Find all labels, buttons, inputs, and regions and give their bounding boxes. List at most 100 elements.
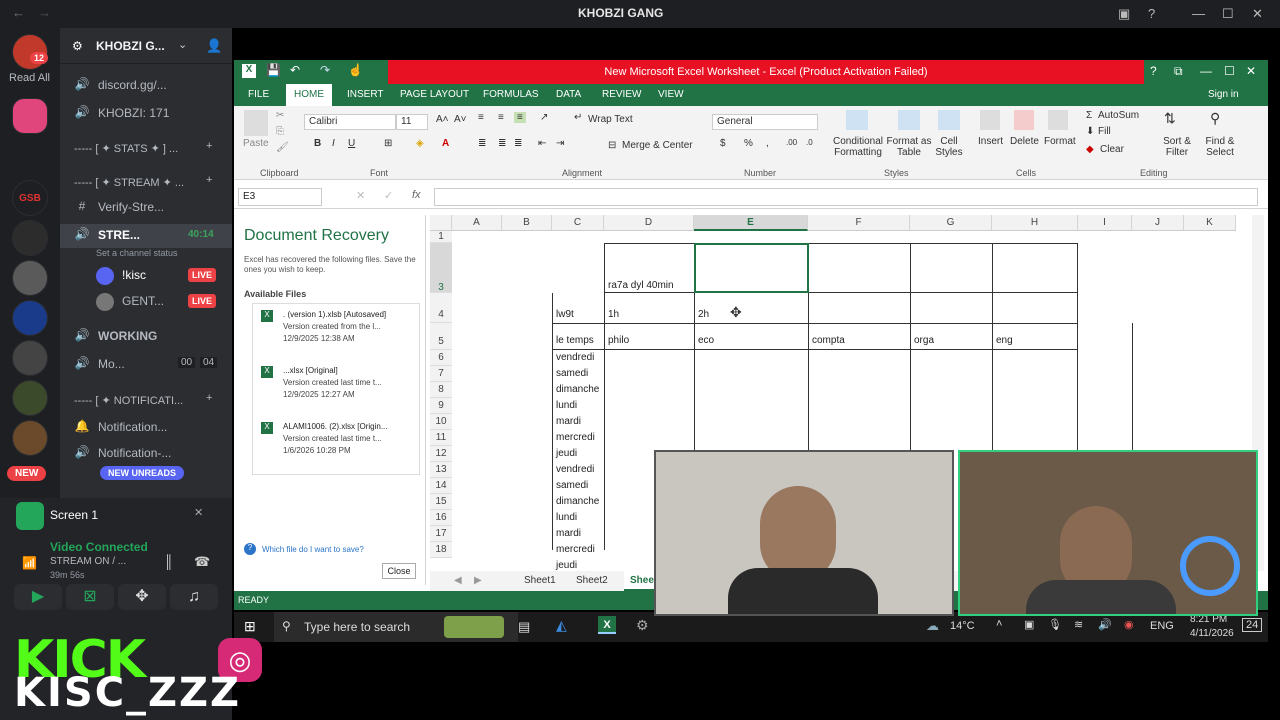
ribbon-display-icon[interactable]: ⧉ xyxy=(1174,64,1183,79)
microphone-icon[interactable]: 🎙 xyxy=(1048,618,1062,631)
conditional-format-button[interactable]: Conditional Formatting xyxy=(830,136,886,158)
comma-icon[interactable]: , xyxy=(766,138,769,149)
orientation-icon[interactable]: ↗ xyxy=(540,112,548,123)
row-header[interactable]: 16 xyxy=(430,510,452,526)
align-top-icon[interactable]: ≡ xyxy=(478,112,484,123)
excel-taskbar-icon[interactable]: X xyxy=(598,616,616,634)
record-icon[interactable]: ◉ xyxy=(1124,618,1134,631)
align-middle-icon[interactable]: ≡ xyxy=(498,112,504,123)
underline-button[interactable]: U xyxy=(348,138,355,149)
inbox-icon[interactable]: ▣ xyxy=(1118,6,1130,22)
column-header[interactable]: F xyxy=(808,215,910,231)
align-right-icon[interactable]: ≣ xyxy=(514,138,522,149)
sign-in-link[interactable]: Sign in xyxy=(1208,84,1239,106)
cell-c5[interactable]: le temps xyxy=(556,335,594,346)
cell-e5[interactable]: eco xyxy=(698,335,714,346)
cell-d3[interactable]: ra7a dyl 40min xyxy=(608,280,674,291)
tab-page-layout[interactable]: PAGE LAYOUT xyxy=(400,84,469,106)
cell-c4[interactable]: lw9t xyxy=(556,309,574,320)
volume-icon[interactable]: 🔊 xyxy=(1098,618,1112,631)
column-header[interactable]: J xyxy=(1132,215,1184,231)
server-icon-gray[interactable] xyxy=(12,340,48,376)
border-icon[interactable]: ⊞ xyxy=(384,138,392,149)
tab-file[interactable]: FILE xyxy=(248,84,269,106)
find-select-button[interactable]: Find & Select xyxy=(1202,136,1238,158)
font-size-select[interactable]: 11 xyxy=(396,114,428,130)
day-cell[interactable]: mercredi xyxy=(556,432,595,443)
voice-user[interactable]: !kisc LIVE xyxy=(60,264,232,288)
cell-styles-button[interactable]: Cell Styles xyxy=(930,136,968,158)
function-icon[interactable]: fx xyxy=(412,189,421,201)
windows-start-icon[interactable]: ⊞ xyxy=(244,618,256,635)
insert-button[interactable]: Insert xyxy=(978,136,1003,147)
row-header[interactable]: 17 xyxy=(430,526,452,542)
merge-center-icon[interactable]: ⊟ xyxy=(608,140,616,151)
font-name-select[interactable]: Calibri xyxy=(304,114,396,130)
row-header[interactable]: 8 xyxy=(430,382,452,398)
category-header[interactable]: ----- [ ✦ STATS ✦ ] ... + xyxy=(60,138,232,162)
maximize-icon[interactable]: ☐ xyxy=(1222,6,1234,22)
next-sheet-icon[interactable]: ▶ xyxy=(474,575,482,586)
format-table-button[interactable]: Format as Table xyxy=(886,136,932,158)
channel-item[interactable]: 🔊 Mo... 00 04 xyxy=(60,353,232,377)
increase-indent-icon[interactable]: ⇥ xyxy=(556,138,564,149)
percent-icon[interactable]: % xyxy=(744,138,753,149)
category-header[interactable]: ----- [ ✦ NOTIFICATI... + xyxy=(60,390,232,414)
app-taskbar-icon[interactable]: ⚙ xyxy=(636,617,649,634)
column-header[interactable]: B xyxy=(502,215,552,231)
decrease-decimal-icon[interactable]: .0 xyxy=(806,138,813,147)
tab-review[interactable]: REVIEW xyxy=(602,84,641,106)
bold-button[interactable]: B xyxy=(314,138,321,149)
row-header[interactable]: 18 xyxy=(430,542,452,558)
wrap-text-button[interactable]: Wrap Text xyxy=(588,114,633,125)
save-icon[interactable]: 💾 xyxy=(266,63,281,77)
day-cell[interactable]: jeudi xyxy=(556,560,577,571)
server-icon-green[interactable] xyxy=(12,380,48,416)
clock-date[interactable]: 4/11/2026 xyxy=(1190,628,1234,639)
cell-g5[interactable]: orga xyxy=(914,335,934,346)
decrease-indent-icon[interactable]: ⇤ xyxy=(538,138,546,149)
close-icon[interactable]: ✕ xyxy=(1252,6,1263,22)
day-cell[interactable]: vendredi xyxy=(556,464,594,475)
disconnect-icon[interactable]: ☎ xyxy=(194,554,210,570)
column-header[interactable]: I xyxy=(1078,215,1132,231)
channel-item[interactable]: 🔔 Notification... xyxy=(60,416,232,440)
channel-status[interactable]: Set a channel status xyxy=(96,248,178,258)
recovered-file[interactable]: X . (version 1).xlsb [Autosaved] Version… xyxy=(253,308,419,358)
row-header[interactable]: 15 xyxy=(430,494,452,510)
font-color-icon[interactable]: A xyxy=(442,138,449,149)
forward-arrow-icon[interactable]: → xyxy=(38,5,51,20)
grow-font-icon[interactable]: A˄ xyxy=(436,114,449,125)
day-cell[interactable]: jeudi xyxy=(556,448,577,459)
activity-button[interactable]: ✥ xyxy=(118,584,166,610)
category-header[interactable]: ----- [ ✦ STREAM ✦ ... + xyxy=(60,172,232,196)
undo-icon[interactable]: ↶ xyxy=(290,63,300,77)
column-header[interactable]: C xyxy=(552,215,604,231)
language-indicator[interactable]: ENG xyxy=(1150,620,1174,632)
format-button[interactable]: Format xyxy=(1044,136,1076,147)
server-icon-avatar[interactable] xyxy=(12,260,48,296)
column-header-active[interactable]: E xyxy=(694,215,808,231)
cut-icon[interactable]: ✂ xyxy=(276,110,284,121)
browser-icon[interactable]: ◭ xyxy=(556,617,567,634)
server-icon-khobzi[interactable] xyxy=(12,98,48,134)
sheet-tab[interactable]: Sheet2 xyxy=(576,575,608,586)
name-box[interactable]: E3 xyxy=(238,188,322,206)
tab-formulas[interactable]: FORMULAS xyxy=(483,84,539,106)
day-cell[interactable]: mercredi xyxy=(556,544,595,555)
paste-button[interactable]: Paste xyxy=(243,138,269,149)
cell-d4[interactable]: 1h xyxy=(608,309,619,320)
noise-icon[interactable]: ║ xyxy=(164,554,173,569)
tab-view[interactable]: VIEW xyxy=(658,84,684,106)
row-header[interactable]: 11 xyxy=(430,430,452,446)
channel-item[interactable]: 🔊 KHOBZI: 171 xyxy=(60,102,232,126)
server-header[interactable]: ⚙ KHOBZI G... ⌄ 👤 xyxy=(60,28,232,64)
server-icon-gsb[interactable]: GSB xyxy=(12,180,48,216)
fill-button[interactable]: Fill xyxy=(1098,126,1111,137)
voice-user[interactable]: GENT... LIVE xyxy=(60,290,232,314)
number-format-select[interactable]: General xyxy=(712,114,818,130)
minimize-icon[interactable]: — xyxy=(1192,6,1205,21)
copy-icon[interactable]: ⎘ xyxy=(276,126,284,137)
row-header[interactable]: 14 xyxy=(430,478,452,494)
column-header[interactable]: K xyxy=(1184,215,1236,231)
